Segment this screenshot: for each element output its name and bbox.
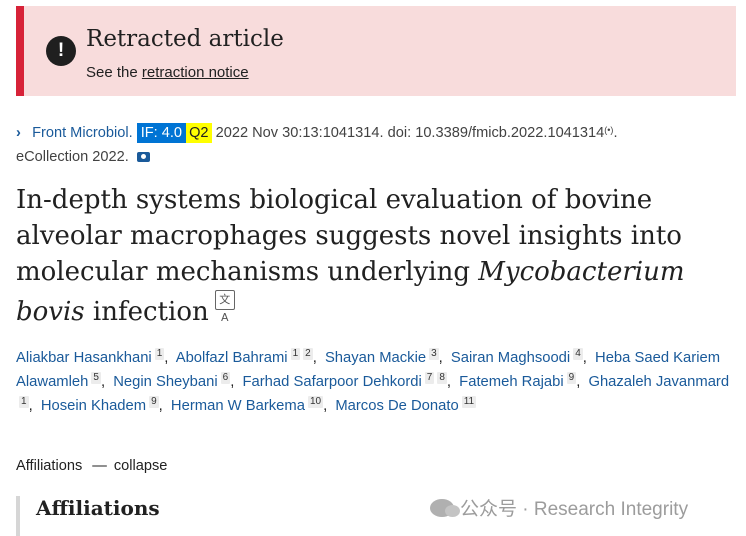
- author-item: Herman W Barkema 10,: [171, 396, 331, 414]
- author-item: Fatemeh Rajabi 9,: [459, 372, 584, 390]
- author-item: Marcos De Donato 11: [335, 396, 477, 414]
- author-separator: ,: [28, 398, 33, 414]
- title-genus: Mycobacterium: [478, 257, 685, 287]
- article-title: In-depth systems biological evaluation o…: [16, 182, 728, 330]
- author-name[interactable]: Herman W Barkema: [171, 398, 305, 414]
- citation-details: 2022 Nov 30:13:1041314. doi: 10.3389/fmi…: [215, 125, 605, 141]
- affiliation-number[interactable]: 11: [461, 396, 477, 408]
- author-separator: ,: [230, 374, 235, 390]
- translate-icon[interactable]: 文A: [214, 290, 235, 324]
- author-item: Hosein Khadem 9,: [41, 396, 167, 414]
- author-name[interactable]: Shayan Mackie: [325, 350, 426, 366]
- citation-trailing: .: [613, 125, 618, 141]
- title-tail: infection: [92, 297, 209, 327]
- chevron-right-icon[interactable]: ›: [16, 121, 28, 145]
- author-separator: ,: [164, 350, 169, 366]
- affiliations-toggle[interactable]: Affiliations — collapse: [16, 458, 167, 474]
- author-name[interactable]: Sairan Maghsoodi: [451, 350, 570, 366]
- author-item: Negin Sheybani 6,: [113, 372, 238, 390]
- author-separator: ,: [438, 350, 443, 366]
- wechat-icon: [430, 499, 460, 517]
- impact-factor-badge: IF: 4.0: [136, 123, 187, 143]
- affiliation-number[interactable]: 6: [220, 372, 231, 384]
- title-epithet: bovis: [16, 297, 85, 327]
- watermark-text: 公众号 · Research Integrity: [460, 499, 689, 520]
- author-name[interactable]: Hosein Khadem: [41, 398, 146, 414]
- notice-prefix: See the: [86, 64, 138, 81]
- author-separator: ,: [100, 374, 106, 390]
- author-item: Aliakbar Hasankhani 1,: [16, 348, 172, 366]
- author-separator: ,: [576, 374, 581, 390]
- affiliation-number[interactable]: 2: [303, 348, 313, 360]
- ecollection: eCollection 2022.: [16, 149, 129, 165]
- affiliations-section: Affiliations: [16, 496, 416, 536]
- author-name[interactable]: Farhad Safarpoor Dehkordi: [242, 374, 421, 390]
- author-name[interactable]: Ghazaleh Javanmard: [588, 374, 729, 390]
- affiliations-toggle-label: Affiliations: [16, 458, 83, 474]
- author-item: Sairan Maghsoodi 4,: [451, 348, 591, 366]
- author-item: Farhad Safarpoor Dehkordi 7 8,: [242, 372, 455, 390]
- collapse-dash-icon: —: [92, 458, 107, 474]
- author-item: Shayan Mackie 3,: [325, 348, 447, 366]
- retraction-notice-link[interactable]: retraction notice: [142, 64, 249, 81]
- author-name[interactable]: Fatemeh Rajabi: [459, 374, 563, 390]
- author-name[interactable]: Abolfazl Bahrami: [176, 350, 288, 366]
- banner-notice: See the retraction notice: [86, 64, 249, 81]
- author-name[interactable]: Marcos De Donato: [335, 398, 458, 414]
- author-separator: ,: [582, 350, 587, 366]
- exclamation-icon: !: [46, 36, 76, 66]
- author-separator: ,: [312, 350, 317, 366]
- author-list: Aliakbar Hasankhani 1, Abolfazl Bahrami 1 2…: [16, 346, 732, 418]
- author-separator: ,: [323, 398, 328, 414]
- affiliation-number[interactable]: 1: [290, 348, 301, 360]
- collapse-label[interactable]: collapse: [114, 458, 168, 474]
- affiliation-number[interactable]: 1: [154, 348, 165, 360]
- affiliation-number[interactable]: 9: [149, 396, 159, 408]
- affiliation-number[interactable]: 8: [437, 372, 447, 384]
- affiliation-number[interactable]: 1: [19, 396, 29, 408]
- affiliation-number[interactable]: 9: [566, 372, 577, 384]
- watermark: 公众号 · Research Integrity: [430, 494, 688, 521]
- author-separator: ,: [446, 374, 452, 390]
- author-separator: ,: [158, 398, 163, 414]
- affiliation-number[interactable]: 4: [573, 348, 583, 360]
- quartile-badge: Q2: [186, 123, 212, 143]
- camera-icon[interactable]: [136, 152, 150, 162]
- author-item: Abolfazl Bahrami 1 2,: [176, 348, 321, 366]
- banner-title: Retracted article: [86, 26, 284, 52]
- author-name[interactable]: Aliakbar Hasankhani: [16, 350, 152, 366]
- affiliation-number[interactable]: 3: [429, 348, 439, 360]
- retraction-banner: ! Retracted article See the retraction n…: [16, 6, 736, 96]
- affiliation-number[interactable]: 7: [424, 372, 435, 384]
- citation: › Front Microbiol. IF: 4.0 Q2 2022 Nov 30…: [16, 118, 741, 169]
- affiliation-number[interactable]: 10: [307, 396, 324, 408]
- author-name[interactable]: Negin Sheybani: [113, 374, 217, 390]
- affiliation-number[interactable]: 5: [91, 372, 101, 384]
- affiliations-heading: Affiliations: [36, 496, 160, 520]
- journal-link[interactable]: Front Microbiol.: [32, 125, 133, 141]
